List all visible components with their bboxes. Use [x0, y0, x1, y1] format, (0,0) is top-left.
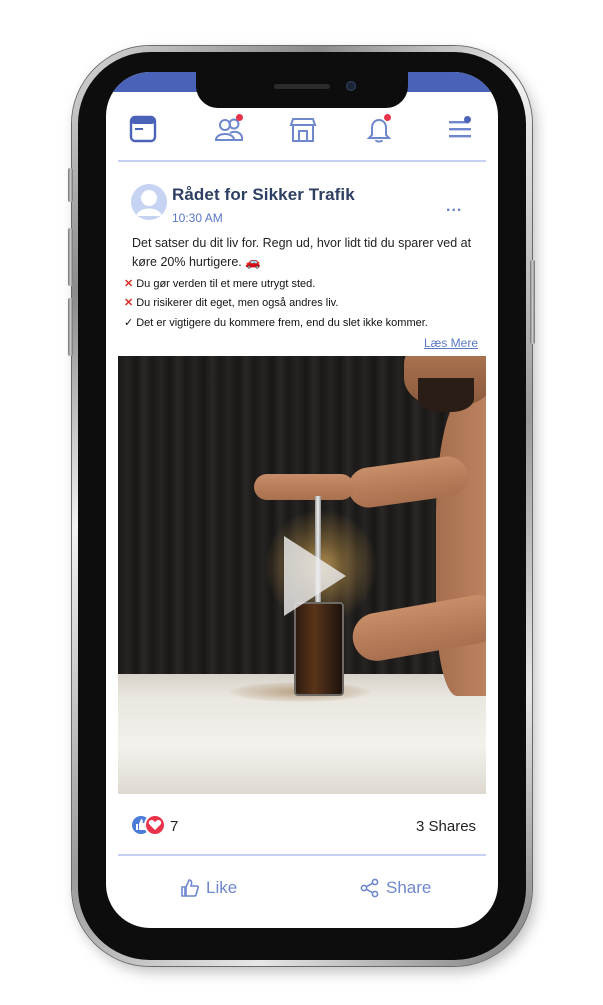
person-beard	[418, 378, 474, 412]
bullet-text: Du gør verden til et mere utrygt sted.	[136, 278, 316, 290]
reaction-icons[interactable]	[130, 810, 170, 840]
post-options-button[interactable]: ...	[446, 198, 462, 216]
volume-up-button	[68, 228, 73, 286]
power-button	[530, 260, 535, 344]
speaker-grille	[274, 84, 330, 89]
notifications-badge	[384, 114, 391, 121]
bullet-item: ✕ Du risikerer dit eget, men også andres …	[124, 295, 338, 311]
thumbs-up-icon	[181, 879, 199, 897]
news-feed-icon[interactable]	[128, 114, 158, 144]
post-timestamp[interactable]: 10:30 AM	[172, 211, 223, 225]
actions-divider	[118, 854, 486, 856]
share-count[interactable]: 3 Shares	[416, 818, 476, 835]
person-torso	[436, 396, 486, 696]
like-button[interactable]: Like	[180, 878, 237, 898]
post-video[interactable]	[118, 356, 486, 794]
front-camera	[346, 81, 356, 91]
author-avatar[interactable]	[131, 184, 167, 220]
reaction-count[interactable]: 7	[170, 818, 178, 835]
check-icon: ✓	[124, 317, 134, 329]
read-more-link[interactable]: Læs Mere	[424, 336, 478, 350]
bullet-text: Du risikerer dit eget, men også andres l…	[136, 297, 339, 309]
share-icon	[360, 878, 379, 898]
phone-screen: Rådet for Sikker Trafik 10:30 AM ... Det…	[106, 72, 498, 928]
share-label: Share	[386, 878, 432, 897]
marketplace-icon[interactable]	[288, 114, 318, 144]
french-press	[294, 602, 344, 696]
volume-down-button	[68, 298, 73, 356]
bullet-item: ✓ Det er vigtigere du kommere frem, end d…	[124, 315, 428, 331]
bullet-text: Det er vigtigere du kommere frem, end du…	[136, 317, 428, 329]
mute-switch	[68, 168, 73, 202]
person-hand	[254, 474, 354, 500]
post-caption: Det satser du dit liv for. Regn ud, hvor…	[132, 236, 472, 269]
nav-divider	[118, 160, 486, 162]
notifications-icon[interactable]	[364, 114, 394, 144]
menu-icon[interactable]	[446, 114, 476, 144]
friends-icon[interactable]	[214, 114, 244, 144]
share-button[interactable]: Share	[360, 878, 431, 898]
menu-badge	[464, 116, 471, 123]
friends-badge	[236, 114, 243, 121]
love-icon	[144, 814, 166, 836]
cross-icon: ✕	[124, 278, 134, 290]
like-label: Like	[206, 878, 238, 897]
post-author-name[interactable]: Rådet for Sikker Trafik	[172, 185, 355, 205]
top-nav-bar	[106, 102, 498, 160]
cross-icon: ✕	[124, 297, 134, 309]
bullet-item: ✕ Du gør verden til et mere utrygt sted.	[124, 276, 315, 292]
play-icon[interactable]	[284, 536, 346, 616]
